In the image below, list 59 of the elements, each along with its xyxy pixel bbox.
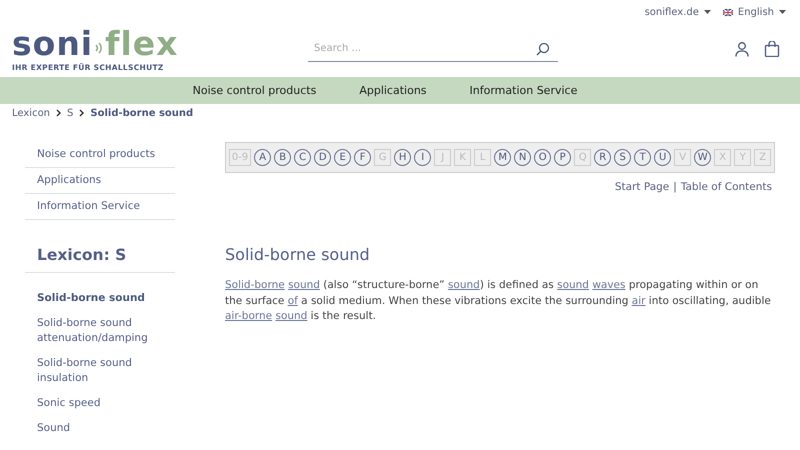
flag-icon (722, 8, 733, 16)
letter-link[interactable]: H (394, 149, 412, 166)
sidebar-heading: Lexicon: S (25, 220, 175, 273)
user-icon[interactable] (734, 41, 750, 57)
breadcrumb-link[interactable]: Solid-borne sound (90, 108, 194, 118)
site-dropdown[interactable]: soniflex.de (644, 6, 711, 18)
lexicon-entry-link[interactable]: Sound (37, 421, 175, 436)
letter-link[interactable]: R (594, 149, 612, 166)
breadcrumb-link[interactable]: Lexicon (12, 108, 50, 118)
letter-link[interactable]: N (514, 149, 532, 166)
chevron-icon (79, 109, 84, 117)
search-field[interactable]: Search ... (308, 36, 558, 62)
navigation-link[interactable]: Table of Contents (680, 181, 772, 193)
letter-link[interactable]: I (414, 149, 432, 166)
sound-wave-icon (94, 40, 104, 54)
letter-link[interactable]: M (494, 149, 512, 166)
caret-icon (704, 10, 711, 14)
sidebar-menu-item[interactable]: Information Service (25, 194, 175, 220)
letter-link[interactable]: P (554, 149, 572, 166)
search-icon (536, 42, 550, 56)
nav-link[interactable]: Noise control products (192, 84, 316, 97)
glossary-link[interactable]: Solid-borne (225, 279, 285, 291)
letter-link[interactable]: W (694, 149, 712, 166)
separator: | (673, 181, 677, 193)
glossary-link[interactable]: air (632, 294, 646, 306)
article-paragraph: Solid-borne sound (also “structure-borne” sound) is defined as sound waves propagating within or on the surface of a solid medium. When these vibrations excite the surrounding air into oscillating, audible air-borne sound is the result. (225, 278, 772, 324)
breadcrumb-link[interactable]: S (67, 108, 74, 118)
letter-link[interactable]: U (654, 149, 672, 166)
glossary-link[interactable]: air-borne (225, 310, 272, 322)
letter-link[interactable]: F (354, 149, 372, 166)
letter-link[interactable]: B (274, 149, 292, 166)
article-title: Solid-borne sound (225, 245, 371, 264)
logo-text[interactable]: soni (12, 26, 94, 60)
letter-link[interactable]: S (614, 149, 632, 166)
glossary-link[interactable]: sound (557, 279, 589, 291)
navigation-link[interactable]: Start Page (614, 181, 670, 193)
lexicon-entry-link[interactable]: Solid-borne sound attenuation/damping (37, 316, 175, 346)
glossary-link[interactable]: of (288, 294, 298, 306)
glossary-link[interactable]: sound (288, 279, 320, 291)
caret-icon (779, 10, 786, 14)
sidebar-menu-item[interactable]: Noise control products (25, 142, 175, 168)
letter-link[interactable]: A (254, 149, 272, 166)
glossary-link[interactable]: sound (275, 310, 308, 322)
lexicon-entry-link[interactable]: Solid-borne sound insulation (37, 356, 175, 386)
lexicon-entry-link[interactable]: Sonic speed (37, 396, 175, 411)
letter-link[interactable]: T (634, 149, 652, 166)
letter-link[interactable]: C (294, 149, 312, 166)
chevron-icon (56, 109, 62, 117)
glossary-link[interactable]: waves (592, 279, 626, 291)
language-dropdown[interactable]: English (722, 6, 786, 18)
letter-link[interactable]: O (534, 149, 552, 166)
lexicon-entry-link[interactable]: Solid-borne sound (37, 291, 175, 306)
shopping-bag-icon[interactable] (764, 41, 780, 57)
sidebar-menu-item[interactable]: Applications (25, 168, 175, 194)
nav-link[interactable]: Applications (359, 84, 427, 97)
glossary-link[interactable]: sound (448, 279, 480, 291)
letter-link[interactable]: D (314, 149, 332, 166)
nav-link[interactable]: Information Service (470, 84, 578, 97)
letter-link[interactable]: E (334, 149, 352, 166)
